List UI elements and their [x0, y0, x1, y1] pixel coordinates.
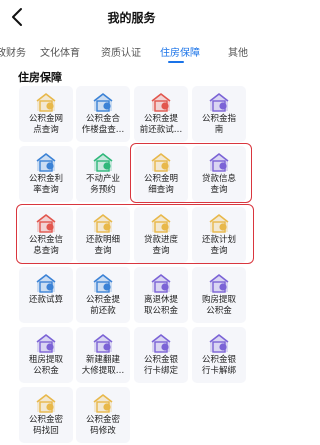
- tab-culture-sports[interactable]: 文化体育: [40, 44, 80, 59]
- highlight-box-top: [130, 143, 252, 203]
- header-bar: 我的服务: [0, 0, 263, 34]
- rent-icon: [34, 332, 58, 354]
- service-tile[interactable]: 购房提取 公积金: [192, 267, 246, 323]
- service-label-line1: 公积金提: [85, 295, 120, 305]
- service-tile[interactable]: 公积金提 前还款试…: [134, 86, 188, 142]
- house-buy-icon: [207, 272, 231, 294]
- service-label: 公积金密 码修改: [76, 415, 130, 437]
- service-label-line2: 务预约: [90, 185, 116, 195]
- service-label: 公积金指南: [192, 114, 246, 136]
- service-label-line1: 购房提取: [201, 295, 236, 305]
- service-tile[interactable]: 公积金利 率查询: [19, 146, 73, 202]
- service-label-line1: 公积金密: [85, 415, 120, 425]
- service-tile[interactable]: 公积金指南: [192, 86, 246, 142]
- house-prepay-icon: [91, 272, 115, 294]
- tab-qualification[interactable]: 资质认证: [101, 44, 141, 59]
- service-label: 公积金银 行卡解绑: [192, 355, 246, 377]
- service-tile[interactable]: 公积金提 前还款: [76, 267, 130, 323]
- service-label-line2: 前还款试…: [139, 125, 183, 135]
- service-label: 离退休提 取公积金: [134, 295, 188, 317]
- service-tile[interactable]: 公积金网 点查询: [19, 86, 73, 142]
- service-tile[interactable]: 不动产业 务预约: [76, 146, 130, 202]
- service-tile[interactable]: 公积金银 行卡绑定: [134, 327, 188, 383]
- service-label: 公积金银 行卡绑定: [134, 355, 188, 377]
- service-label-line1: 不动产业: [85, 174, 120, 184]
- service-label-line1: 租房提取: [28, 355, 63, 365]
- service-label-line2: 公积金: [206, 306, 232, 316]
- service-label-line1: 公积金网: [28, 114, 63, 124]
- tab-other[interactable]: 其他: [228, 44, 248, 59]
- page-title: 我的服务: [107, 11, 156, 25]
- service-label: 公积金提 前还款试…: [134, 114, 188, 136]
- service-label-line2: 点查询: [33, 125, 59, 135]
- service-label: 公积金合 作楼盘查…: [76, 114, 130, 136]
- service-tile[interactable]: 公积金密 码找回: [19, 387, 73, 443]
- tab-housing[interactable]: 住房保障: [160, 44, 200, 59]
- service-label: 不动产业 务预约: [76, 174, 130, 196]
- service-label: 新建翻建 大修提取…: [76, 355, 130, 377]
- service-label-line1: 新建翻建: [85, 355, 120, 365]
- service-label-line2: 取公积金: [143, 306, 178, 316]
- service-label-line2: 行卡解绑: [201, 366, 236, 376]
- service-label-line2: 码找回: [33, 426, 59, 436]
- service-label-line2: 行卡绑定: [143, 366, 178, 376]
- service-label-line2: 前还款: [90, 306, 116, 316]
- service-label-line2: 码修改: [90, 426, 116, 436]
- house-repay-icon: [149, 91, 173, 113]
- service-label-line1: 公积金密: [28, 415, 63, 425]
- service-label-line1: 公积金合: [85, 114, 120, 124]
- service-label-line2: 公积金: [33, 366, 59, 376]
- service-label: 租房提取 公积金: [19, 355, 73, 377]
- service-tile[interactable]: 租房提取 公积金: [19, 327, 73, 383]
- house-location-icon: [34, 91, 58, 113]
- service-tile[interactable]: 公积金密 码修改: [76, 387, 130, 443]
- service-label: 购房提取 公积金: [192, 295, 246, 317]
- service-label: 公积金提 前还款: [76, 295, 130, 317]
- service-tile[interactable]: 新建翻建 大修提取…: [76, 327, 130, 383]
- calculator-icon: [34, 272, 58, 294]
- category-tabs: 政财务 文化体育 资质认证 住房保障 其他: [0, 40, 263, 64]
- highlight-box-bottom: [16, 204, 254, 264]
- building-icon: [91, 151, 115, 173]
- service-label-line1: 公积金银: [143, 355, 178, 365]
- service-tile[interactable]: 公积金合 作楼盘查…: [76, 86, 130, 142]
- key-recover-icon: [34, 392, 58, 414]
- house-build-icon: [91, 332, 115, 354]
- house-guide-icon: [207, 91, 231, 113]
- service-label-line1: 公积金银: [201, 355, 236, 365]
- card-bind-icon: [149, 332, 173, 354]
- service-label-line1: 还款试算: [28, 295, 63, 305]
- house-building-icon: [91, 91, 115, 113]
- service-label-line2: 率查询: [33, 185, 59, 195]
- service-tile[interactable]: 公积金银 行卡解绑: [192, 327, 246, 383]
- service-label-line1: 公积金利: [28, 174, 63, 184]
- key-edit-icon: [91, 392, 115, 414]
- active-tab-indicator: [168, 61, 184, 63]
- service-label-line2: 作楼盘查…: [81, 125, 125, 135]
- service-label-line1: 离退休提: [143, 295, 178, 305]
- service-label: 公积金密 码找回: [19, 415, 73, 437]
- service-label-line1: 公积金指: [201, 114, 236, 124]
- service-label: 公积金网 点查询: [19, 114, 73, 136]
- house-rate-icon: [34, 151, 58, 173]
- section-title: 住房保障: [18, 71, 62, 84]
- service-tile[interactable]: 离退休提 取公积金: [134, 267, 188, 323]
- service-label-line2: 南: [214, 125, 224, 135]
- service-label-line1: 公积金提: [143, 114, 178, 124]
- service-label-line2: 大修提取…: [81, 366, 125, 376]
- service-tile[interactable]: 还款试算: [19, 267, 73, 323]
- service-label: 还款试算: [19, 295, 73, 306]
- card-unbind-icon: [207, 332, 231, 354]
- service-label: 公积金利 率查询: [19, 174, 73, 196]
- retire-icon: [149, 272, 173, 294]
- tab-finance[interactable]: 政财务: [0, 44, 26, 59]
